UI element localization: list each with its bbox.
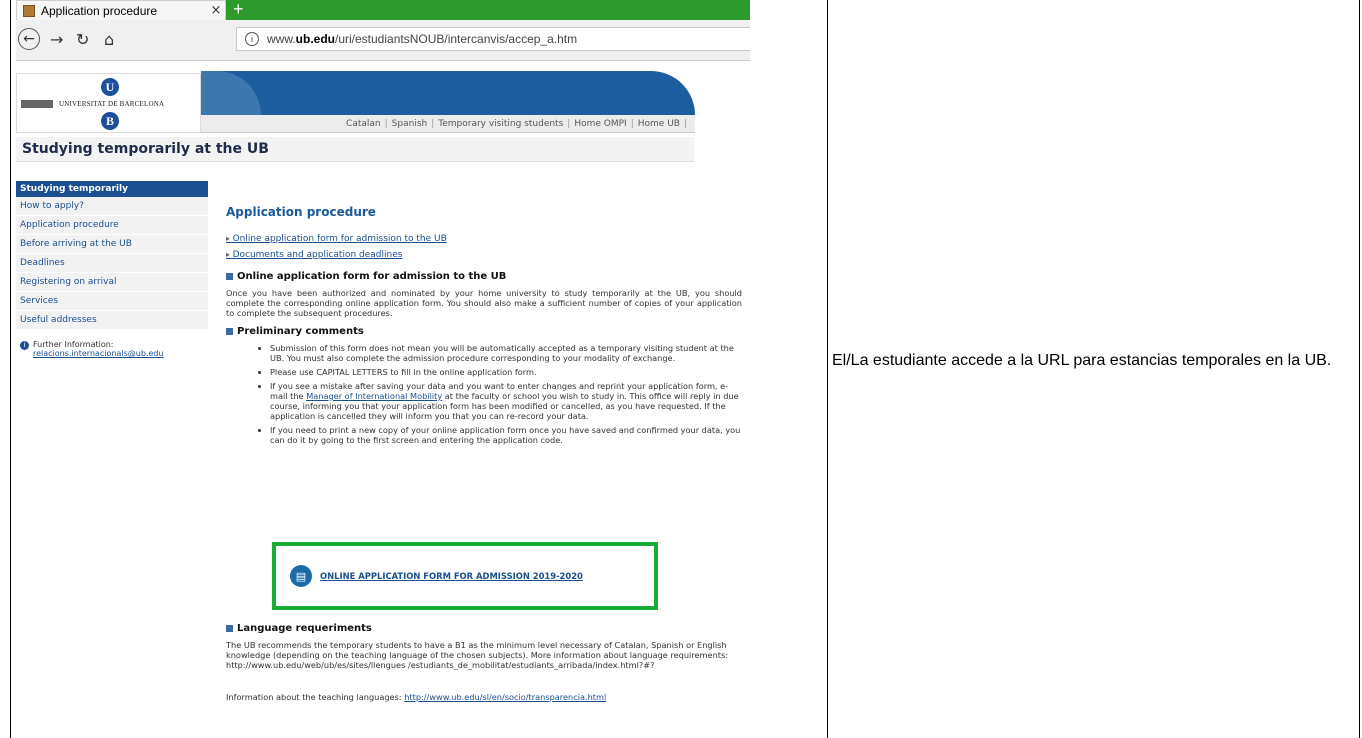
sidebar-item-how-to-apply[interactable]: How to apply? [16,197,208,216]
reload-button[interactable]: ↻ [76,30,89,49]
navigation-bar: ← → ↻ ⌂ i www. ub.edu/uri/estudiantsNOUB/… [16,20,750,61]
section-heading: Preliminary comments [226,326,742,337]
browser-tab[interactable]: Application procedure × [16,0,226,20]
square-bullet-icon [226,328,233,335]
home-button[interactable]: ⌂ [104,30,114,49]
table-of-contents: ▸ Online application form for admission … [226,231,742,263]
new-tab-button[interactable]: + [233,0,244,20]
online-application-form-link[interactable]: ONLINE APPLICATION FORM FOR ADMISSION 20… [320,571,583,581]
manager-mobility-link[interactable]: Manager of International Mobility [306,391,442,401]
square-bullet-icon [226,273,233,280]
list-item: Submission of this form does not mean yo… [270,343,742,363]
sidebar-item-registering[interactable]: Registering on arrival [16,273,208,292]
teaching-languages-line: Information about the teaching languages… [226,692,607,702]
link-spanish[interactable]: Spanish [388,119,432,129]
sidebar-item-services[interactable]: Services [16,292,208,311]
link-catalan[interactable]: Catalan [342,119,385,129]
building-icon [21,100,53,108]
site-info-icon[interactable]: i [245,32,259,46]
link-home-ub[interactable]: Home UB [634,119,684,129]
logo-b-icon: B [101,112,119,130]
site-header: U UNIVERSITAT DE BARCELONA B Catalan | Sp… [16,71,750,162]
language-section: Language requeriments The UB recommends … [226,623,742,702]
section-heading: Language requeriments [226,623,742,634]
browser-screenshot: Application procedure × + ← → ↻ ⌂ i www.… [16,0,750,738]
sidebar-item-studying-temporarily[interactable]: Studying temporarily [16,181,208,197]
toc-link-documents[interactable]: ▸ Documents and application deadlines [226,247,742,263]
url-bar[interactable]: i www. ub.edu/uri/estudiantsNOUB/intercan… [236,27,750,51]
logo-text: UNIVERSITAT DE BARCELONA [59,100,165,108]
ub-logo[interactable]: U UNIVERSITAT DE BARCELONA B [16,73,201,133]
sidebar-item-application-procedure[interactable]: Application procedure [16,216,208,235]
banner: U UNIVERSITAT DE BARCELONA B Catalan | Sp… [16,71,750,137]
sidebar-item-deadlines[interactable]: Deadlines [16,254,208,273]
further-info-label: Further Information: [33,340,114,349]
url-prefix: www. [267,32,296,46]
contact-email-link[interactable]: relacions.internacionals@ub.edu [33,349,164,358]
list-item: If you need to print a new copy of your … [270,425,742,445]
forward-button[interactable]: → [50,30,63,49]
sidebar-item-useful-addresses[interactable]: Useful addresses [16,311,208,330]
description-text: El/La estudiante accede a la URL para es… [832,352,1332,369]
main-content: Application procedure ▸ Online applicati… [226,205,742,702]
table-divider [827,0,828,738]
list-item: Please use CAPITAL LETTERS to fill in th… [270,367,742,377]
content-title: Application procedure [226,205,376,219]
logo-u-icon: U [101,78,119,96]
square-bullet-icon [226,625,233,632]
url-domain: ub.edu [295,32,335,46]
section-heading: Online application form for admission to… [226,271,742,282]
page-title: Studying temporarily at the UB [16,137,694,162]
teaching-languages-link[interactable]: http://www.ub.edu/sl/en/socio/transparen… [404,692,606,702]
info-icon: i [20,341,29,350]
document-icon[interactable]: ▤ [290,565,312,587]
further-information: i Further Information: relacions.interna… [16,340,208,358]
sidebar-item-before-arriving[interactable]: Before arriving at the UB [16,235,208,254]
back-button[interactable]: ← [18,28,40,50]
top-links: Catalan | Spanish | Temporary visiting stu… [201,115,695,133]
close-tab-icon[interactable]: × [207,3,225,18]
application-form-highlight: ▤ ONLINE APPLICATION FORM FOR ADMISSION … [272,542,658,610]
section-text: Once you have been authorized and nomina… [226,288,742,318]
link-home-ompi[interactable]: Home OMPI [570,119,630,129]
header-band [201,71,695,115]
comments-list: Submission of this form does not mean yo… [226,343,742,445]
tab-bar: Application procedure × + [16,0,750,20]
url-path: /uri/estudiantsNOUB/intercanvis/accep_a.… [335,32,578,46]
toc-link-online-form[interactable]: ▸ Online application form for admission … [226,231,742,247]
tab-title: Application procedure [41,3,158,18]
section-text: The UB recommends the temporary students… [226,640,728,670]
sidebar: Studying temporarily How to apply? Appli… [16,181,208,358]
link-temporary-visiting[interactable]: Temporary visiting students [434,119,567,129]
favicon-icon [23,4,35,17]
list-item: If you see a mistake after saving your d… [270,381,742,421]
